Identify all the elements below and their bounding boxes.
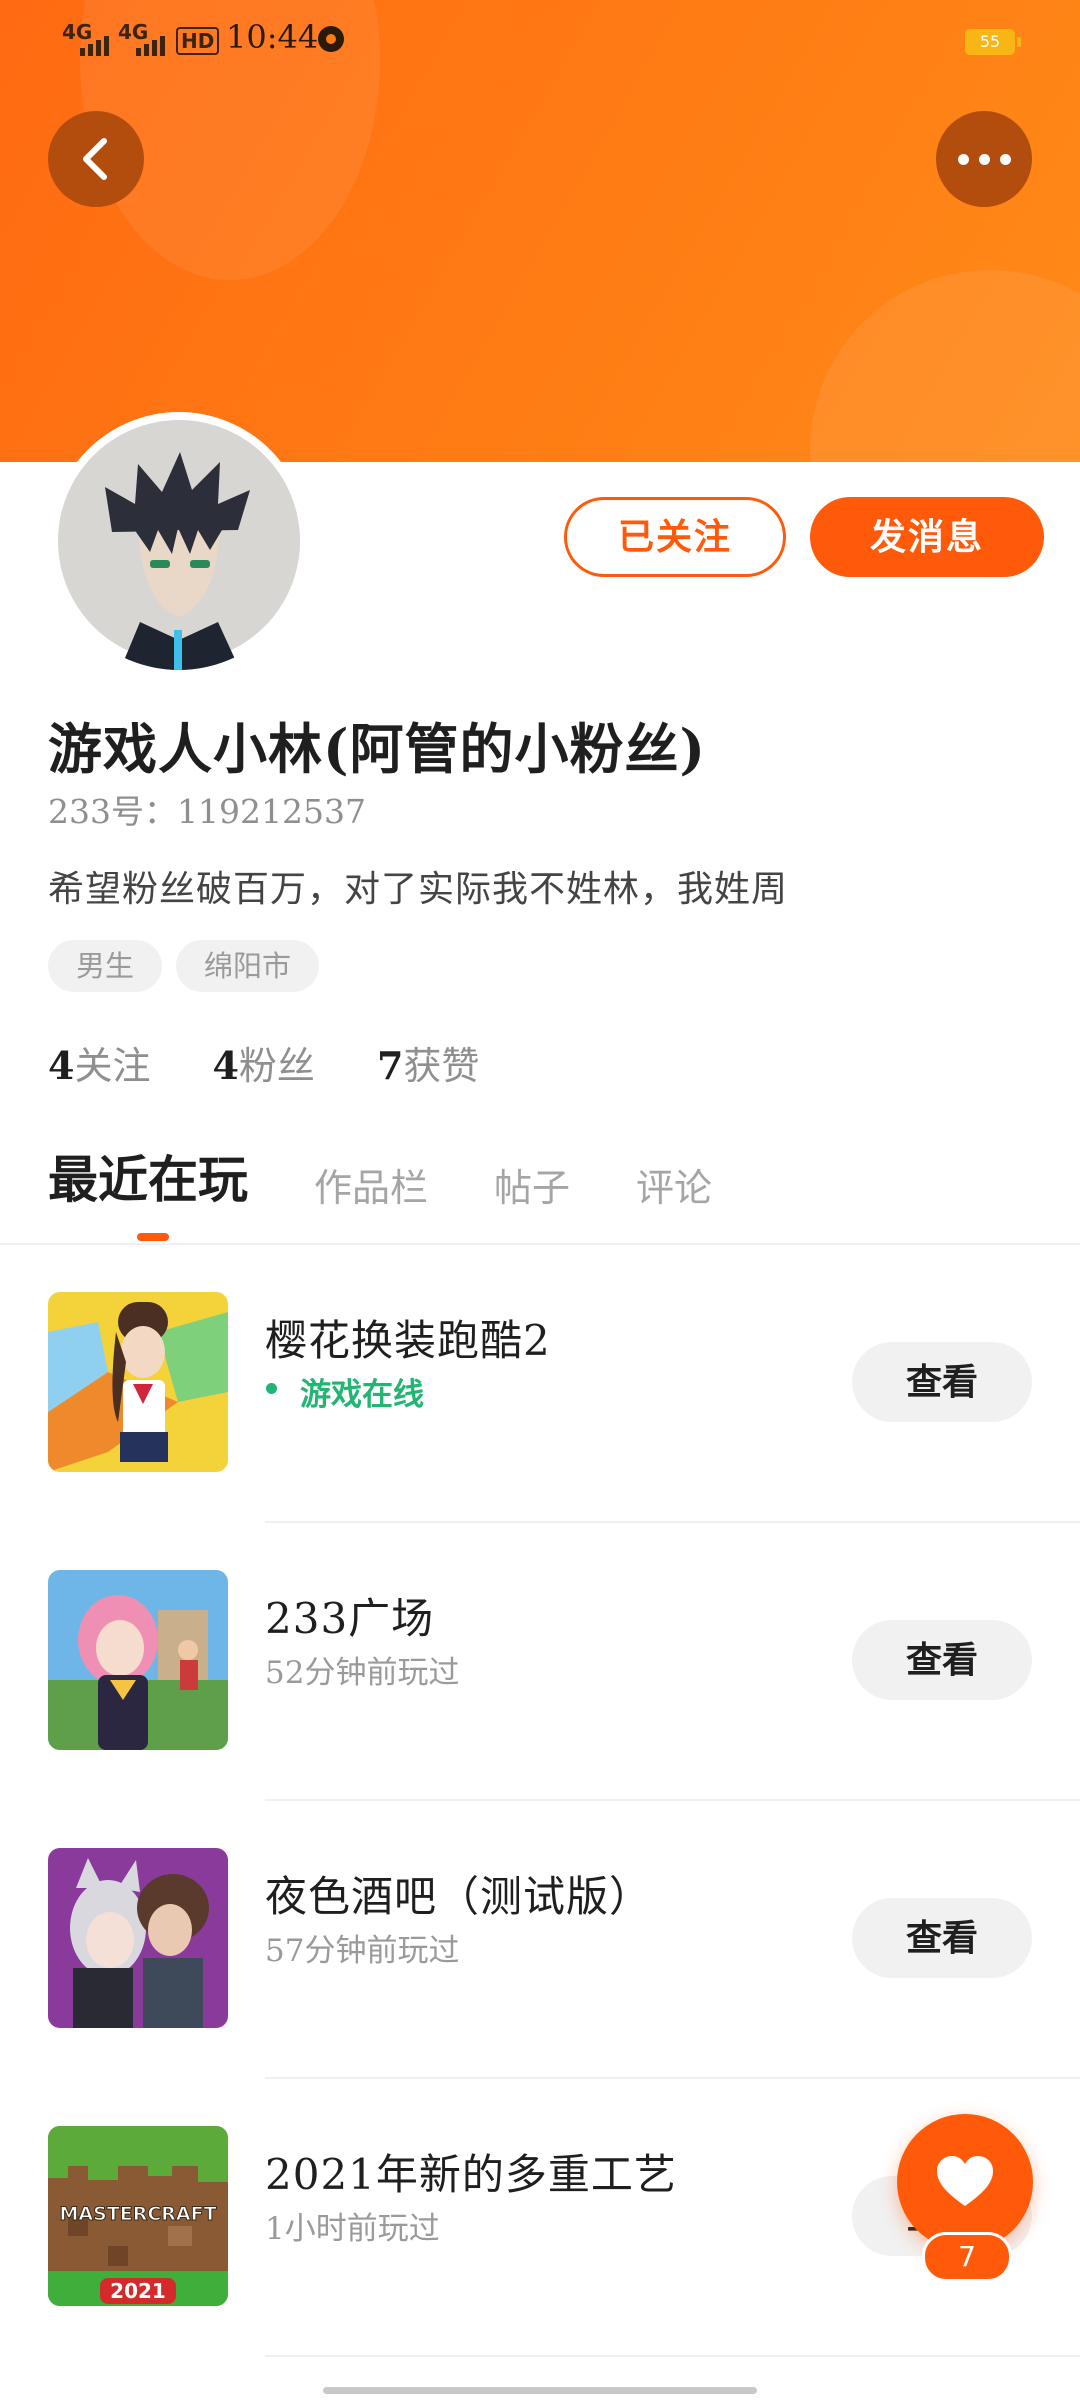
signal-bars-icon <box>136 36 165 56</box>
followed-button[interactable]: 已关注 <box>564 497 786 577</box>
banner-decoration <box>810 270 1080 462</box>
stat-number: 4 <box>212 1043 239 1088</box>
game-thumbnail <box>48 1292 228 1472</box>
stat-followers[interactable]: 4粉丝 <box>212 1035 314 1090</box>
like-floating-button[interactable] <box>897 2114 1033 2250</box>
game-thumbnail <box>48 1848 228 2028</box>
year-badge-text: 2021 <box>110 2279 166 2303</box>
game-list-item[interactable]: 樱花换装跑酷2 游戏在线 查看 <box>0 1245 1080 1523</box>
profile-stats: 4关注 4粉丝 7获赞 <box>48 1035 479 1090</box>
app-notification-icon <box>318 26 344 52</box>
stat-label: 获赞 <box>403 1044 480 1088</box>
send-message-button[interactable]: 发消息 <box>810 497 1044 577</box>
more-dots-icon <box>957 153 1011 165</box>
row-divider <box>265 2355 1080 2357</box>
game-status: 游戏在线 <box>300 1377 424 1413</box>
game-list-item[interactable]: 夜色酒吧（测试版） 57分钟前玩过 查看 <box>0 1801 1080 2079</box>
like-count-badge: 7 <box>922 2232 1012 2282</box>
status-bar: 4G 4G HD 10:44 55 <box>0 0 1080 80</box>
game-last-played: 52分钟前玩过 <box>265 1655 460 1691</box>
hd-indicator: HD <box>176 27 220 55</box>
battery-icon: 55 <box>965 29 1021 55</box>
signal-bars-icon <box>80 36 109 56</box>
status-time: 10:44 <box>226 18 319 56</box>
profile-bio: 希望粉丝破百万，对了实际我不姓林，我姓周 <box>48 869 789 910</box>
profile-tabs: 最近在玩 作品栏 帖子 评论 <box>48 1140 778 1212</box>
tag-gender: 男生 <box>48 940 163 992</box>
view-button[interactable]: 查看 <box>852 1620 1032 1700</box>
tab-posts[interactable]: 帖子 <box>494 1157 570 1212</box>
back-button[interactable] <box>48 111 144 207</box>
heart-icon <box>937 2156 993 2206</box>
stat-label: 粉丝 <box>238 1044 315 1088</box>
tab-recently-played[interactable]: 最近在玩 <box>48 1140 248 1212</box>
tab-comments[interactable]: 评论 <box>636 1157 712 1212</box>
game-title: 2021年新的多重工艺 <box>265 2150 677 2199</box>
avatar[interactable] <box>50 412 308 670</box>
mastercraft-logo-text: MASTERCRAFT <box>59 2203 216 2225</box>
game-thumbnail: MASTERCRAFT 2021 <box>48 2126 228 2306</box>
game-last-played: 1小时前玩过 <box>265 2211 440 2247</box>
chevron-left-icon <box>83 138 107 180</box>
game-last-played: 57分钟前玩过 <box>265 1933 460 1969</box>
game-title: 233广场 <box>265 1594 435 1643</box>
game-title: 夜色酒吧（测试版） <box>265 1872 653 1921</box>
view-button[interactable]: 查看 <box>852 1342 1032 1422</box>
more-button[interactable] <box>936 111 1032 207</box>
stat-likes[interactable]: 7获赞 <box>377 1035 479 1090</box>
profile-tags: 男生 绵阳市 <box>48 940 320 992</box>
stat-number: 7 <box>376 1043 404 1088</box>
stat-label: 关注 <box>74 1044 151 1088</box>
game-thumbnail <box>48 1570 228 1750</box>
stat-following[interactable]: 4关注 <box>48 1035 150 1090</box>
view-button[interactable]: 查看 <box>852 1898 1032 1978</box>
home-indicator[interactable] <box>323 2387 757 2394</box>
tab-works[interactable]: 作品栏 <box>314 1157 428 1212</box>
profile-uid: 233号：119212537 <box>48 792 366 831</box>
game-title: 樱花换装跑酷2 <box>265 1316 551 1365</box>
tag-city: 绵阳市 <box>176 940 320 992</box>
active-tab-indicator <box>137 1233 169 1241</box>
game-list-item[interactable]: 233广场 52分钟前玩过 查看 <box>0 1523 1080 1801</box>
profile-name: 游戏人小林(阿管的小粉丝) <box>48 717 707 781</box>
online-status-icon <box>266 1383 277 1394</box>
avatar-image <box>58 420 300 670</box>
stat-number: 4 <box>48 1043 75 1088</box>
